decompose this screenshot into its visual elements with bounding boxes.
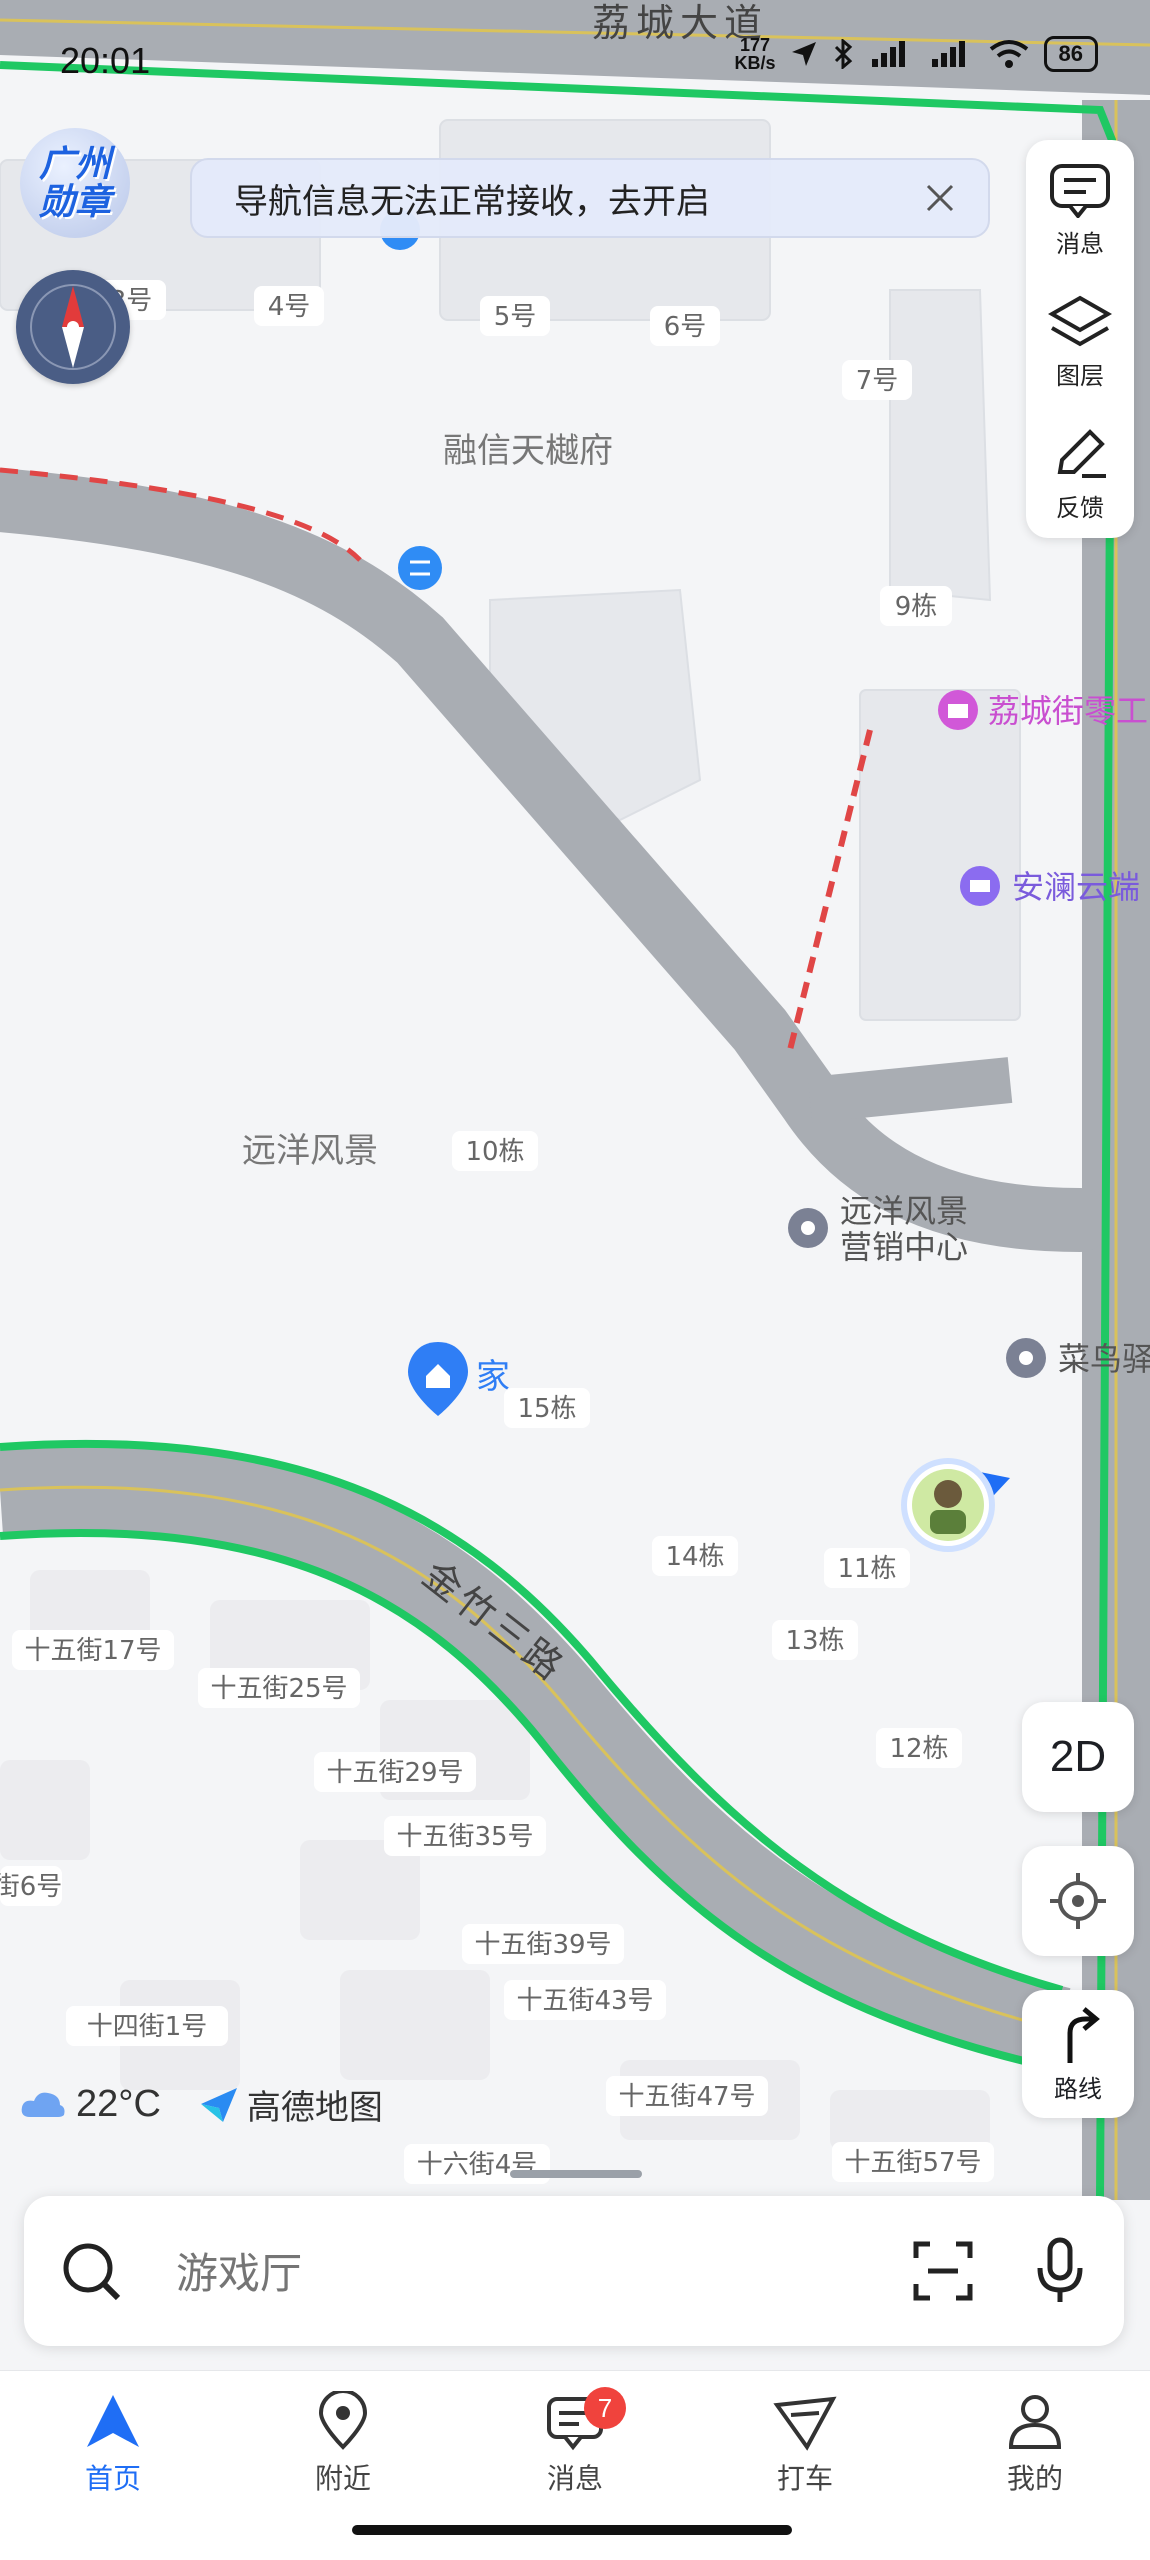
banner-text: 导航信息无法正常接收，去开启 [234, 181, 710, 222]
poi-sales-line1: 远洋风景 [840, 1192, 968, 1230]
wifi-icon [989, 40, 1028, 68]
signal-icon [871, 41, 905, 67]
building-label: 4号 [268, 292, 311, 322]
home-nav-icon [87, 2395, 139, 2447]
building-label: 14栋 [665, 1542, 724, 1572]
signal-icon [931, 41, 965, 67]
search-icon [63, 2243, 121, 2301]
building-label: 十五街39号 [474, 1930, 611, 1960]
battery-indicator: 86 [1043, 36, 1098, 72]
building-label: 十五街17号 [24, 1636, 161, 1666]
building-label: 7号 [856, 366, 899, 396]
message-icon [1050, 164, 1110, 218]
building-label: 十五街57号 [844, 2148, 981, 2178]
status-icons: 177 KB/s 86 [734, 35, 1098, 73]
building-label: 5号 [494, 302, 537, 332]
tab-nearby[interactable]: 附近 [268, 2391, 418, 2497]
building-label: 12栋 [889, 1734, 948, 1764]
place-complex: 融信天樾府 [443, 431, 613, 471]
transit-icon [398, 546, 442, 590]
user-icon [1008, 2395, 1062, 2449]
building-label: 十五街43号 [516, 1986, 653, 2016]
building-label: 11栋 [837, 1554, 896, 1584]
route-button[interactable]: 路线 [1022, 1990, 1134, 2118]
unread-badge: 7 [584, 2387, 626, 2429]
feedback-button[interactable]: 反馈 [1048, 426, 1112, 536]
place-area: 远洋风景 [242, 1131, 378, 1171]
layers-icon [1048, 295, 1112, 347]
building-label: 6号 [664, 312, 707, 342]
building-label: 9栋 [895, 592, 938, 622]
network-speed: 177 KB/s [734, 35, 776, 73]
search-input[interactable] [174, 2248, 878, 2299]
microphone-icon[interactable] [1034, 2236, 1086, 2306]
tab-home[interactable]: 首页 [38, 2391, 188, 2497]
building-label: 十四街1号 [87, 2012, 208, 2042]
building-label: 十五街25号 [210, 1674, 347, 1704]
temperature: 22°C [76, 2083, 161, 2125]
close-icon[interactable] [920, 178, 960, 218]
weather-row: 22°C 高德地图 [20, 2080, 383, 2129]
city-medal-logo[interactable]: 广州 勋章 [20, 128, 130, 238]
bluetooth-icon [834, 39, 852, 69]
building-label: 13栋 [785, 1626, 844, 1656]
scan-icon[interactable] [912, 2240, 974, 2302]
taxi-icon [773, 2396, 837, 2451]
locate-button[interactable] [1022, 1846, 1134, 1956]
location-arrow-icon [791, 42, 816, 66]
building-label: 十五街29号 [326, 1758, 463, 1788]
sheet-drag-handle[interactable] [510, 2170, 642, 2178]
poi-cainiao: 菜鸟驿 [1058, 1340, 1150, 1378]
amap-logo-icon [200, 2087, 237, 2122]
compass-icon [30, 284, 116, 370]
map-tools-panel: 消息 图层 反馈 [1026, 140, 1134, 538]
building-label: 十五街35号 [396, 1822, 533, 1852]
building-label: 十五街47号 [618, 2082, 755, 2112]
building-label: 15栋 [517, 1394, 576, 1424]
location-pin-icon [318, 2391, 368, 2450]
poi-shop: 荔城街零工 [988, 692, 1148, 730]
tab-taxi[interactable]: 打车 [730, 2391, 880, 2497]
tab-profile[interactable]: 我的 [960, 2391, 1110, 2497]
compass-button[interactable] [16, 270, 130, 384]
view-mode-button[interactable]: 2D [1022, 1702, 1134, 1812]
cloud-icon [21, 2092, 65, 2117]
tab-messages[interactable]: 7 消息 [500, 2387, 650, 2497]
building-label: 街6号 [0, 1872, 62, 1902]
route-arrow-icon [1067, 2006, 1100, 2063]
poi-hotel: 安澜云端 [1012, 868, 1140, 906]
home-label: 家 [476, 1357, 510, 1397]
nav-warning-banner[interactable]: 导航信息无法正常接收，去开启 [190, 158, 990, 238]
poi-sales-line2: 营销中心 [840, 1228, 968, 1266]
building-label: 10栋 [465, 1137, 524, 1167]
locate-icon [1050, 1873, 1106, 1929]
brand: 高德地图 [199, 2080, 383, 2129]
layers-button[interactable]: 图层 [1048, 294, 1112, 404]
system-home-indicator[interactable] [352, 2525, 792, 2535]
pencil-icon [1057, 429, 1106, 478]
status-time: 20:01 [60, 40, 151, 81]
messages-button[interactable]: 消息 [1048, 162, 1112, 272]
search-bar[interactable] [24, 2196, 1124, 2346]
